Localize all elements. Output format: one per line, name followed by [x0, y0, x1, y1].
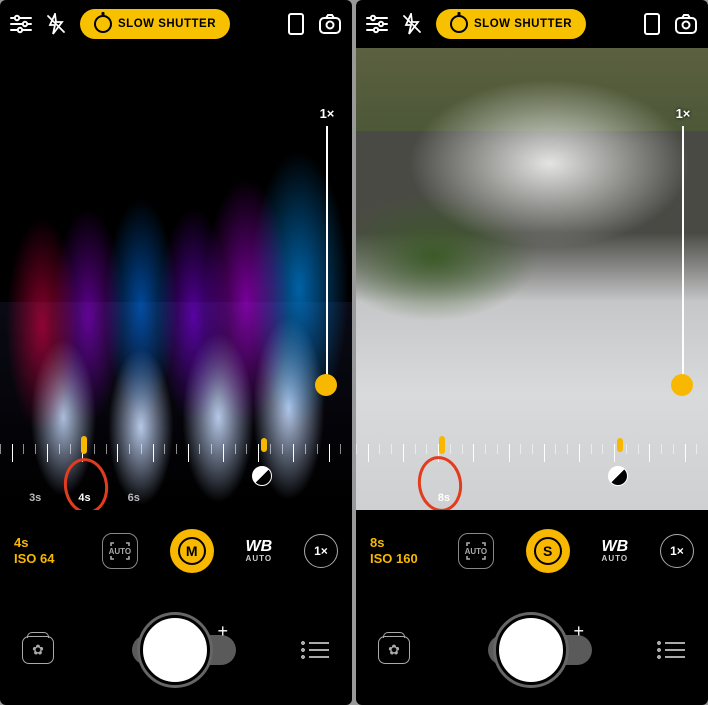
mode-badge[interactable]: SLOW SHUTTER — [436, 9, 586, 39]
screenshot-right: SLOW SHUTTER 1× — [356, 0, 708, 705]
viewfinder[interactable]: 1× 3s 4s 6s — [0, 48, 352, 510]
wb-button[interactable]: WB AUTO — [245, 539, 272, 563]
exposure-icon[interactable] — [608, 466, 628, 486]
zoom-track — [326, 126, 328, 386]
lens-button[interactable]: 1× — [660, 534, 694, 568]
exposure-readout[interactable]: 4s ISO 64 — [14, 535, 70, 568]
bottom-bar: + — [356, 595, 708, 705]
ev-indicator[interactable] — [261, 438, 267, 452]
shutter-button[interactable] — [140, 615, 210, 685]
exposure-readout[interactable]: 8s ISO 160 — [370, 535, 426, 568]
shutter-ruler[interactable]: 3s 4s 6s — [0, 438, 352, 496]
wb-sub: AUTO — [601, 555, 628, 563]
mode-badge[interactable]: SLOW SHUTTER — [80, 9, 230, 39]
viewfinder[interactable]: 1× 8s — [356, 48, 708, 510]
zoom-knob[interactable] — [315, 374, 337, 396]
focus-button[interactable]: AUTO — [458, 533, 494, 569]
bottom-bar: + — [0, 595, 352, 705]
mode-button[interactable]: M — [170, 529, 214, 573]
gallery-icon[interactable] — [378, 636, 410, 664]
lens-button[interactable]: 1× — [304, 534, 338, 568]
shutter-indicator[interactable] — [81, 436, 87, 454]
zoom-level-label: 1× — [315, 106, 339, 121]
readout-shutter: 8s — [370, 535, 384, 550]
exposure-icon[interactable] — [252, 466, 272, 486]
flash-off-icon[interactable] — [46, 13, 66, 35]
aspect-icon[interactable] — [644, 13, 660, 35]
controls-row: 8s ISO 160 AUTO S WB AUTO 1× — [356, 520, 708, 582]
shutter-indicator[interactable] — [439, 436, 445, 454]
aspect-icon[interactable] — [288, 13, 304, 35]
controls-row: 4s ISO 64 AUTO M WB AUTO 1× — [0, 520, 352, 582]
wb-label: WB — [601, 538, 628, 555]
readout-iso: ISO 64 — [14, 551, 70, 567]
mode-label: SLOW SHUTTER — [118, 18, 216, 30]
zoom-slider[interactable]: 1× — [674, 126, 692, 386]
readout-iso: ISO 160 — [370, 551, 426, 567]
focus-label: AUTO — [109, 547, 132, 556]
shutter-button[interactable] — [496, 615, 566, 685]
menu-icon[interactable] — [656, 640, 686, 660]
lens-label: 1× — [670, 544, 684, 558]
ev-indicator[interactable] — [617, 438, 623, 452]
screenshot-left: SLOW SHUTTER 1× — [0, 0, 352, 705]
shutter-area: + — [478, 611, 588, 689]
zoom-knob[interactable] — [671, 374, 693, 396]
top-bar: SLOW SHUTTER — [0, 0, 352, 48]
gallery-icon[interactable] — [22, 636, 54, 664]
flash-off-icon[interactable] — [402, 13, 422, 35]
wb-button[interactable]: WB AUTO — [601, 539, 628, 563]
mode-letter: M — [178, 537, 206, 565]
menu-icon[interactable] — [300, 640, 330, 660]
timer-icon — [450, 15, 468, 33]
shutter-ruler[interactable]: 8s — [356, 438, 708, 496]
sliders-icon[interactable] — [366, 14, 388, 34]
zoom-slider[interactable]: 1× — [318, 126, 336, 386]
top-bar: SLOW SHUTTER — [356, 0, 708, 48]
sliders-icon[interactable] — [10, 14, 32, 34]
wb-label: WB — [245, 538, 272, 555]
zoom-track — [682, 126, 684, 386]
shutter-area: + — [122, 611, 232, 689]
ruler-label: 3s — [29, 492, 41, 504]
plus-icon[interactable]: + — [217, 621, 228, 642]
mode-button[interactable]: S — [526, 529, 570, 573]
ruler-label: 6s — [128, 492, 140, 504]
zoom-level-label: 1× — [671, 106, 695, 121]
readout-shutter: 4s — [14, 535, 28, 550]
mode-label: SLOW SHUTTER — [474, 18, 572, 30]
switch-camera-icon[interactable] — [674, 13, 698, 35]
focus-button[interactable]: AUTO — [102, 533, 138, 569]
switch-camera-icon[interactable] — [318, 13, 342, 35]
timer-icon — [94, 15, 112, 33]
lens-label: 1× — [314, 544, 328, 558]
focus-label: AUTO — [465, 547, 488, 556]
wb-sub: AUTO — [245, 555, 272, 563]
mode-letter: S — [534, 537, 562, 565]
plus-icon[interactable]: + — [573, 621, 584, 642]
